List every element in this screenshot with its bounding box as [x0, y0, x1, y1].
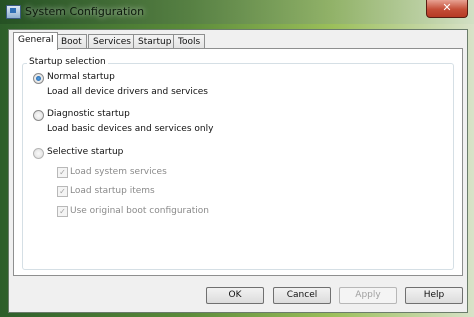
cancel-button[interactable]: Cancel [273, 287, 331, 304]
diagnostic-startup-description: Load basic devices and services only [47, 124, 214, 134]
diagnostic-startup-radio[interactable] [33, 110, 44, 121]
load-startup-items-checkbox[interactable]: ✓ [57, 186, 68, 197]
normal-startup-radio[interactable] [33, 73, 44, 84]
ok-button[interactable]: OK [206, 287, 264, 304]
general-tab-panel: Startup selection Normal startup Load al… [13, 48, 463, 276]
diagnostic-startup-label[interactable]: Diagnostic startup [47, 109, 130, 119]
normal-startup-label[interactable]: Normal startup [47, 72, 115, 82]
load-startup-items-label: Load startup items [70, 186, 155, 196]
tab-boot[interactable]: Boot [56, 34, 87, 49]
dialog-body: General Boot Services Startup Tools Star… [8, 29, 468, 313]
startup-selection-group: Startup selection Normal startup Load al… [22, 57, 454, 270]
load-system-services-label: Load system services [70, 167, 167, 177]
help-button[interactable]: Help [405, 287, 463, 304]
window-title: System Configuration [25, 5, 145, 18]
startup-selection-label: Startup selection [27, 57, 108, 67]
system-configuration-window: System Configuration ✕ General Boot Serv… [0, 0, 474, 317]
tab-tools[interactable]: Tools [173, 34, 206, 49]
tab-general[interactable]: General [13, 32, 59, 50]
use-original-boot-config-checkbox[interactable]: ✓ [57, 206, 68, 217]
selective-startup-label[interactable]: Selective startup [47, 147, 123, 157]
system-config-icon [6, 5, 21, 19]
tab-services[interactable]: Services [88, 34, 136, 49]
selective-startup-radio[interactable] [33, 148, 44, 159]
apply-button[interactable]: Apply [339, 287, 397, 304]
use-original-boot-config-label: Use original boot configuration [70, 206, 209, 216]
normal-startup-description: Load all device drivers and services [47, 87, 208, 97]
title-bar[interactable]: System Configuration ✕ [0, 0, 474, 24]
close-button[interactable]: ✕ [426, 0, 468, 18]
load-system-services-checkbox[interactable]: ✓ [57, 167, 68, 178]
tab-startup[interactable]: Startup [133, 34, 177, 49]
